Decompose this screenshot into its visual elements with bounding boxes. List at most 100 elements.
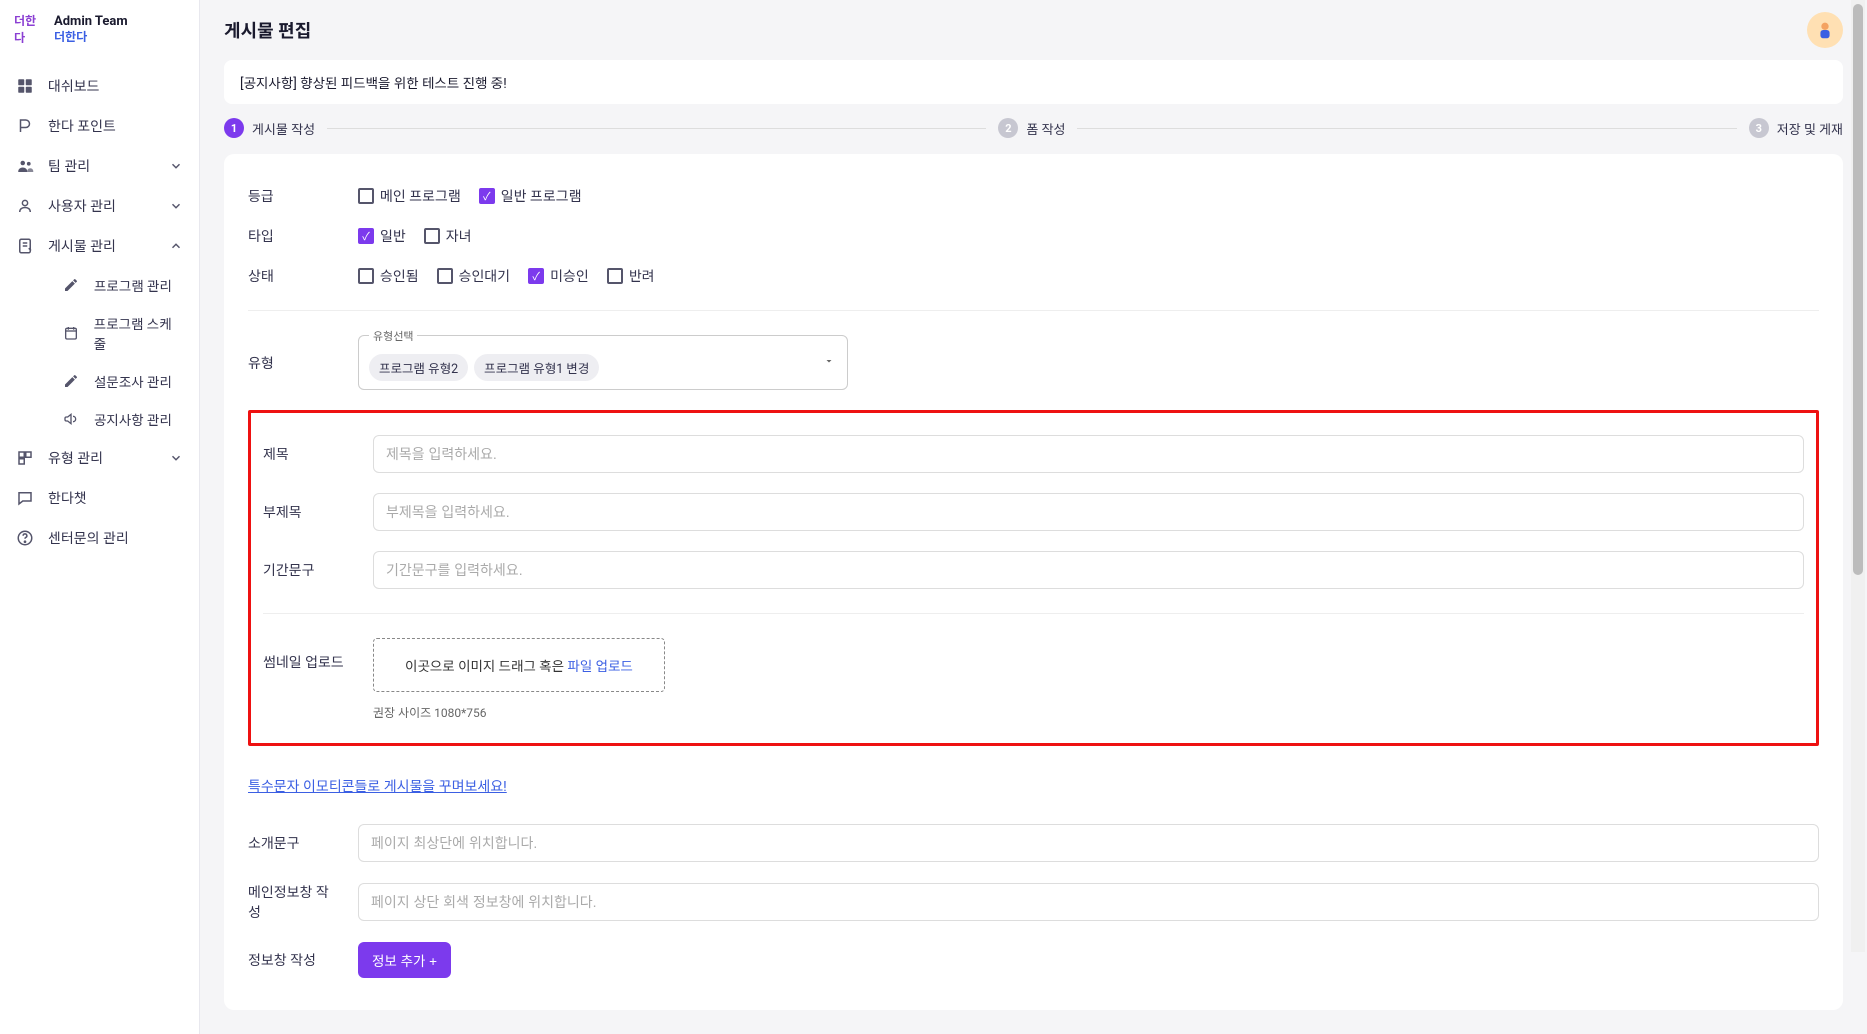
cb-label: 승인됨 [380, 266, 419, 286]
emoji-link[interactable]: 특수문자 이모티콘들로 게시물을 꾸며보세요! [248, 776, 507, 796]
row-title: 제목 [263, 425, 1804, 483]
checkbox-icon [358, 268, 374, 284]
row-grade: 등급 메인 프로그램 일반 프로그램 [248, 176, 1819, 216]
topbar: 게시물 편집 [200, 0, 1867, 60]
divider [263, 613, 1804, 614]
nav-sub-label: 설문조사 관리 [94, 371, 172, 391]
nav-help[interactable]: 센터문의 관리 [0, 518, 199, 558]
category-select[interactable]: 유형선택 프로그램 유형2 프로그램 유형1 변경 [358, 335, 848, 390]
step-label: 폼 작성 [1026, 119, 1065, 138]
megaphone-icon [62, 410, 80, 428]
cb-label: 자녀 [446, 226, 472, 246]
nav-label: 한다 포인트 [48, 116, 116, 136]
pencil-icon [62, 276, 80, 294]
cb-main-program[interactable]: 메인 프로그램 [358, 186, 461, 206]
dashboard-icon [16, 77, 34, 95]
nav-type[interactable]: 유형 관리 [0, 438, 199, 478]
nav-label: 팀 관리 [48, 156, 90, 176]
nav-sub-label: 프로그램 관리 [94, 275, 172, 295]
logo[interactable]: 더한다 Admin Team 더한다 [0, 0, 199, 54]
nav-user[interactable]: 사용자 관리 [0, 186, 199, 226]
nav-sub-schedule[interactable]: 프로그램 스케줄 [32, 304, 199, 362]
row-thumbnail: 썸네일 업로드 이곳으로 이미지 드래그 혹은 파일 업로드 권장 사이즈 10… [263, 628, 1804, 731]
avatar[interactable] [1807, 12, 1843, 48]
row-period: 기간문구 [263, 541, 1804, 599]
scrollbar-track[interactable] [1851, 0, 1865, 952]
cb-child[interactable]: 자녀 [424, 226, 472, 246]
point-icon [16, 117, 34, 135]
team-icon [16, 157, 34, 175]
label-status: 상태 [248, 266, 338, 286]
checkbox-icon [607, 268, 623, 284]
add-infobox-button[interactable]: 정보 추가 + [358, 942, 451, 978]
step-1[interactable]: 1 게시물 작성 [224, 118, 315, 138]
cb-rejected[interactable]: 반려 [607, 266, 655, 286]
cb-label: 일반 프로그램 [501, 186, 582, 206]
intro-input[interactable] [358, 824, 1819, 862]
step-2[interactable]: 2 폼 작성 [998, 118, 1065, 138]
step-3[interactable]: 3 저장 및 게재 [1749, 118, 1843, 138]
cb-unapproved[interactable]: 미승인 [528, 266, 589, 286]
label-period: 기간문구 [263, 560, 353, 580]
label-category: 유형 [248, 353, 338, 373]
upload-drag-text: 이곳으로 이미지 드래그 혹은 [405, 659, 567, 675]
divider [248, 310, 1819, 311]
nav-point[interactable]: 한다 포인트 [0, 106, 199, 146]
cb-general-program[interactable]: 일반 프로그램 [479, 186, 582, 206]
chevron-down-icon [169, 451, 183, 465]
checkbox-icon [424, 228, 440, 244]
thumbnail-dropzone[interactable]: 이곳으로 이미지 드래그 혹은 파일 업로드 [373, 638, 665, 692]
nav-sub-survey[interactable]: 설문조사 관리 [32, 362, 199, 400]
nav: 대쉬보드 한다 포인트 팀 관리 [0, 54, 199, 570]
cb-approved[interactable]: 승인됨 [358, 266, 419, 286]
select-legend: 유형선택 [369, 328, 417, 344]
step-label: 게시물 작성 [252, 119, 315, 138]
cb-general[interactable]: 일반 [358, 226, 406, 246]
checkbox-checked-icon [479, 188, 495, 204]
maininfo-input[interactable] [358, 883, 1819, 921]
chip[interactable]: 프로그램 유형1 변경 [474, 354, 599, 381]
type-icon [16, 449, 34, 467]
highlight-box: 제목 부제목 기간문구 [248, 410, 1819, 746]
nav-label: 게시물 관리 [48, 236, 116, 256]
chevron-down-icon [169, 159, 183, 173]
label-intro: 소개문구 [248, 833, 338, 853]
upload-hint: 권장 사이즈 1080*756 [373, 704, 487, 721]
nav-dashboard[interactable]: 대쉬보드 [0, 66, 199, 106]
logo-mark: 더한다 [14, 19, 46, 39]
chip[interactable]: 프로그램 유형2 [369, 354, 468, 381]
label-grade: 등급 [248, 186, 338, 206]
upload-link[interactable]: 파일 업로드 [567, 659, 632, 675]
cb-pending[interactable]: 승인대기 [437, 266, 511, 286]
cb-label: 일반 [380, 226, 406, 246]
user-icon [16, 197, 34, 215]
label-subtitle: 부제목 [263, 502, 353, 522]
row-intro: 소개문구 [248, 814, 1819, 872]
logo-line1: Admin Team [54, 14, 128, 30]
nav-sub-program[interactable]: 프로그램 관리 [32, 266, 199, 304]
row-status: 상태 승인됨 승인대기 미승인 [248, 256, 1819, 296]
period-input[interactable] [373, 551, 1804, 589]
notice-bar[interactable]: [공지사항] 향상된 피드백을 위한 테스트 진행 중! [224, 60, 1843, 104]
nav-chat[interactable]: 한다챗 [0, 478, 199, 518]
nav-post[interactable]: 게시물 관리 [0, 226, 199, 266]
subtitle-input[interactable] [373, 493, 1804, 531]
step-line [1077, 128, 1736, 129]
stepper: 1 게시물 작성 2 폼 작성 3 저장 및 게재 [224, 118, 1843, 138]
title-input[interactable] [373, 435, 1804, 473]
nav-label: 유형 관리 [48, 448, 103, 468]
cb-label: 메인 프로그램 [380, 186, 461, 206]
scrollbar-thumb[interactable] [1853, 4, 1863, 575]
calendar-icon [62, 324, 80, 342]
nav-sub-notice[interactable]: 공지사항 관리 [32, 400, 199, 438]
caret-down-icon [823, 355, 835, 371]
cb-label: 미승인 [550, 266, 589, 286]
checkbox-checked-icon [528, 268, 544, 284]
step-label: 저장 및 게재 [1777, 119, 1843, 138]
pencil-icon [62, 372, 80, 390]
step-circle: 1 [224, 118, 244, 138]
chevron-down-icon [169, 199, 183, 213]
nav-post-sub: 프로그램 관리 프로그램 스케줄 [0, 266, 199, 438]
step-line [327, 128, 986, 129]
nav-team[interactable]: 팀 관리 [0, 146, 199, 186]
